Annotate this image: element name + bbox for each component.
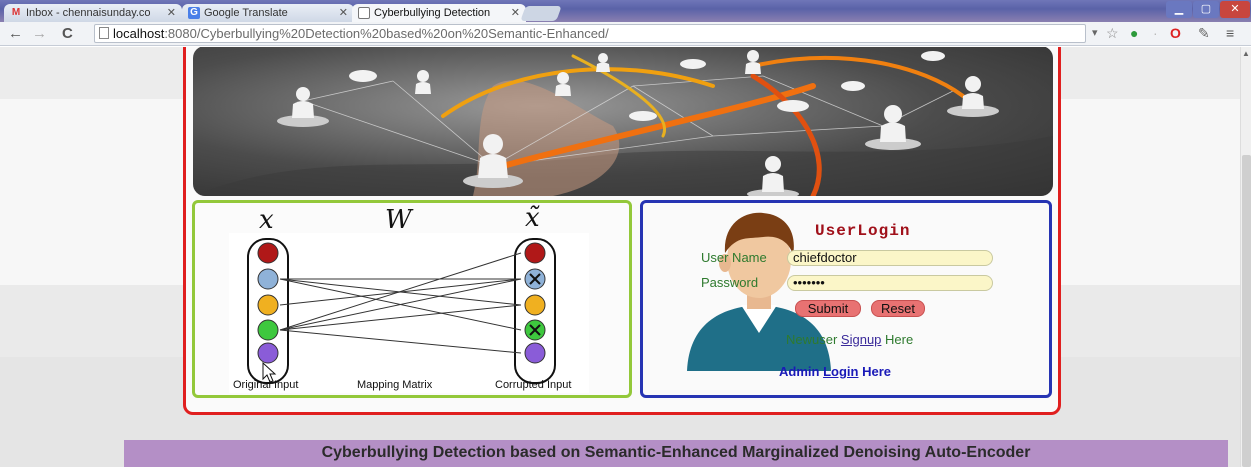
symbol-w: W xyxy=(385,205,412,235)
url-path: :8080/Cyberbullying%20Detection%20based%… xyxy=(164,26,609,41)
address-bar[interactable]: localhost:8080/Cyberbullying%20Detection… xyxy=(94,24,1086,43)
submit-button[interactable]: Submit xyxy=(795,300,861,317)
password-label: Password xyxy=(701,275,759,290)
scrollbar-thumb[interactable] xyxy=(1242,155,1251,467)
tab-title: Google Translate xyxy=(204,7,288,19)
back-icon[interactable]: ← xyxy=(8,25,23,42)
tab-inbox[interactable]: M Inbox - chennaisunday.co ✕ xyxy=(4,4,182,22)
close-tab-icon[interactable]: ✕ xyxy=(511,6,520,19)
scroll-up-icon[interactable]: ▲ xyxy=(1242,49,1250,58)
close-tab-icon[interactable]: ✕ xyxy=(167,6,176,19)
extension-icon[interactable]: · xyxy=(1153,25,1158,42)
input-node xyxy=(257,319,279,341)
newuser-text: Newuser xyxy=(786,332,838,347)
vertical-scrollbar[interactable]: ▲ xyxy=(1240,47,1251,467)
extension-icon[interactable]: O xyxy=(1170,25,1181,42)
label-corrupted-input: Corrupted Input xyxy=(495,379,572,391)
minimize-button[interactable]: ▁ xyxy=(1166,1,1192,18)
bookmark-star-icon[interactable]: ☆ xyxy=(1106,25,1119,42)
tab-google-translate[interactable]: G Google Translate ✕ xyxy=(182,4,354,22)
page-info-icon xyxy=(99,27,109,39)
input-node xyxy=(257,342,279,364)
user-login-panel: UserLogin User Name chiefdoctor Password… xyxy=(640,200,1052,398)
autoencoder-diagram-panel: x W x̃ Original Input Mapping Matrix Cor… xyxy=(192,200,632,398)
close-tab-icon[interactable]: ✕ xyxy=(339,6,348,19)
tools-icon[interactable]: ✎ xyxy=(1198,25,1210,42)
label-mapping-matrix: Mapping Matrix xyxy=(357,379,433,391)
browser-toolbar: ← → C localhost:8080/Cyberbullying%20Det… xyxy=(0,22,1251,46)
new-tab-button[interactable] xyxy=(520,6,562,21)
input-node xyxy=(257,268,279,290)
signup-link[interactable]: Signup xyxy=(841,332,881,347)
close-window-button[interactable]: ✕ xyxy=(1220,1,1250,18)
forward-icon[interactable]: → xyxy=(32,25,47,42)
label-original-input: Original Input xyxy=(233,379,299,391)
corrupted-node xyxy=(524,294,546,316)
browser-tab-bar: M Inbox - chennaisunday.co ✕ G Google Tr… xyxy=(0,0,1251,22)
admin-login-line: Admin Login Here xyxy=(779,364,891,379)
page-viewport: x W x̃ Original Input Mapping Matrix Cor… xyxy=(0,47,1240,467)
tab-title: Cyberbullying Detection xyxy=(374,7,491,19)
banner-network-image xyxy=(193,47,1053,196)
url-host: localhost xyxy=(113,26,165,41)
menu-icon[interactable]: ≡ xyxy=(1226,25,1234,42)
extension-icon[interactable]: ● xyxy=(1130,25,1138,42)
reset-button[interactable]: Reset xyxy=(871,300,925,317)
main-frame: x W x̃ Original Input Mapping Matrix Cor… xyxy=(183,47,1061,415)
google-translate-icon: G xyxy=(188,7,200,19)
input-node xyxy=(257,242,279,264)
signup-line: Newuser Signup Here xyxy=(786,332,913,347)
page-action-icon[interactable]: ▾ xyxy=(1092,25,1098,42)
login-title: UserLogin xyxy=(815,222,911,240)
admin-suffix: Here xyxy=(862,364,892,379)
tab-cyberbullying-detection[interactable]: Cyberbullying Detection ✕ xyxy=(352,4,526,22)
password-field[interactable]: ••••••• xyxy=(787,275,993,291)
corrupted-node xyxy=(524,342,546,364)
admin-login-link[interactable]: Login xyxy=(823,364,858,379)
username-label: User Name xyxy=(701,250,767,265)
gmail-icon: M xyxy=(11,7,21,18)
page-icon xyxy=(358,7,370,19)
symbol-x: x xyxy=(259,205,274,235)
signup-suffix: Here xyxy=(885,332,914,347)
maximize-button[interactable]: ▢ xyxy=(1193,1,1219,18)
mapping-diagram xyxy=(229,233,589,393)
symbol-x-tilde: x̃ xyxy=(525,203,540,233)
tab-title: Inbox - chennaisunday.co xyxy=(26,7,151,19)
footer-title-bar: Cyberbullying Detection based on Semanti… xyxy=(124,440,1228,467)
corrupted-node xyxy=(524,242,546,264)
network-illustration xyxy=(193,50,1053,196)
admin-text: Admin xyxy=(779,364,820,379)
input-node xyxy=(257,294,279,316)
username-field[interactable]: chiefdoctor xyxy=(787,250,993,266)
reload-icon[interactable]: C xyxy=(62,25,73,42)
